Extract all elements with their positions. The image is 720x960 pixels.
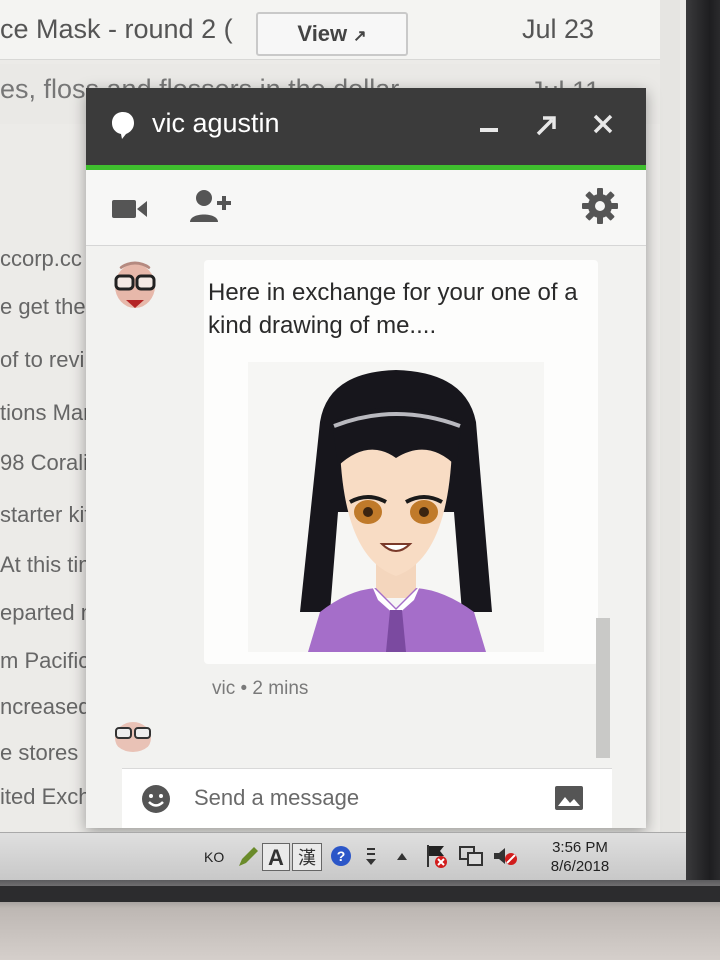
email-subject: ce Mask - round 2 ( [0,14,233,44]
view-button-label: View [297,21,348,46]
external-arrow-icon: ↗ [353,28,367,45]
add-person-icon[interactable] [188,188,234,224]
show-hidden-icons-icon[interactable] [396,851,408,861]
view-button[interactable]: View ↗ [256,12,408,56]
message-card: Here in exchange for your one of a kind … [204,260,598,664]
chat-scrollbar[interactable] [596,618,610,758]
speaker-muted-icon[interactable] [492,845,518,867]
clock-time: 3:56 PM [552,839,608,856]
ime-options-icon[interactable] [364,845,378,869]
email-date: Jul 23 [522,14,595,44]
taskbar: KO A 漢 ? 3:56 PM 8/6/2018 [0,832,690,882]
message-meta: vic • 2 mins [212,678,309,699]
emoji-icon[interactable] [140,783,172,815]
message-composer [122,768,612,828]
message-input[interactable] [194,781,524,815]
pen-icon[interactable] [236,845,260,869]
ime-alpha-button[interactable]: A [262,843,290,871]
chat-header[interactable]: vic agustin [86,88,646,170]
network-icon[interactable] [458,845,484,867]
popout-icon[interactable] [530,106,560,142]
chat-window: vic agustin Here in exchange for your on… [86,88,646,828]
chat-toolbar [86,170,646,246]
system-clock[interactable]: 3:56 PM 8/6/2018 [540,838,620,876]
page-scrollbar[interactable] [660,0,680,880]
message-text: Here in exchange for your one of a kind … [208,279,578,339]
language-indicator[interactable]: KO [204,849,224,865]
image-attach-icon[interactable] [554,785,584,811]
video-camera-icon[interactable] [110,196,150,222]
avatar[interactable] [112,716,154,752]
clock-date: 8/6/2018 [550,858,610,875]
chat-bubble-icon [112,112,134,139]
settings-gear-icon[interactable] [580,186,620,226]
help-icon[interactable]: ? [330,845,352,867]
avatar[interactable] [112,260,158,316]
chat-title: vic agustin [152,108,280,138]
minimize-icon[interactable] [474,106,504,142]
message-list: Here in exchange for your one of a kind … [86,246,646,766]
action-center-flag-icon[interactable] [424,843,448,869]
monitor-bezel-bottom [0,880,720,960]
ime-hanja-button[interactable]: 漢 [292,843,322,871]
message-image-avatar-drawing[interactable] [248,362,544,652]
monitor-bezel-right [686,0,720,960]
svg-text:?: ? [337,848,346,864]
close-icon[interactable] [588,106,618,142]
email-row[interactable]: ce Mask - round 2 ( View ↗ Jul 23 [0,0,680,60]
